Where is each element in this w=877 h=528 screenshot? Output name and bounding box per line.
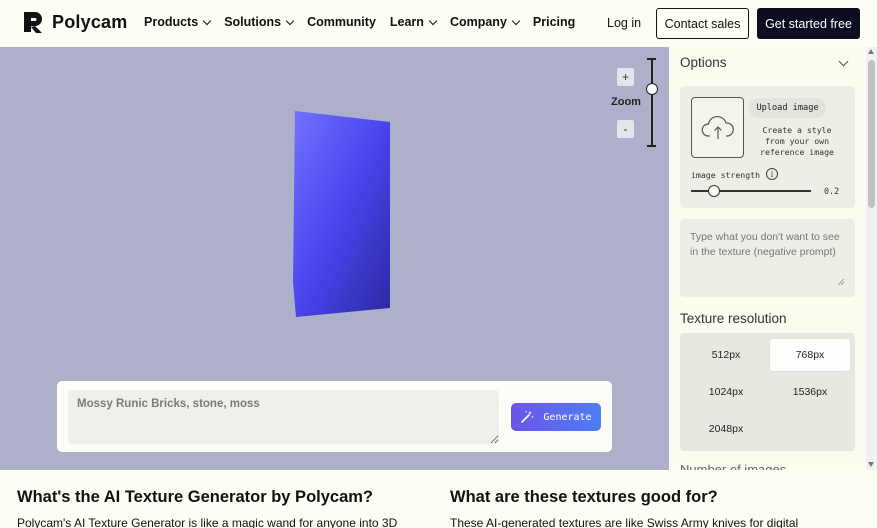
upload-description: Create a style from your own reference i… — [760, 125, 834, 157]
negative-prompt-input[interactable] — [686, 227, 848, 289]
nav-products[interactable]: Products — [144, 15, 212, 29]
about-text: Polycam's AI Texture Generator is like a… — [17, 516, 398, 528]
texture-resolution-title: Texture resolution — [680, 311, 787, 326]
nav-company-label: Company — [449, 15, 507, 29]
upload-dropzone[interactable] — [691, 97, 744, 158]
nav-company[interactable]: Company — [449, 15, 521, 29]
number-of-images-title: Number of images — [680, 463, 786, 470]
resolution-512[interactable]: 512px — [686, 339, 766, 371]
chevron-down-icon — [285, 16, 295, 25]
nav-products-label: Products — [144, 15, 199, 29]
scroll-down-arrow-icon[interactable] — [868, 462, 874, 467]
nav-community-label: Community — [307, 15, 376, 29]
image-strength-label: image strength — [691, 170, 761, 180]
top-nav-bar: Polycam Products Solutions Community Lea… — [0, 0, 877, 47]
nav-solutions-label: Solutions — [224, 15, 282, 29]
uses-heading: What are these textures good for? — [450, 488, 718, 506]
nav-pricing[interactable]: Pricing — [533, 15, 575, 29]
scroll-up-arrow-icon[interactable] — [868, 49, 874, 54]
nav-pricing-label: Pricing — [532, 15, 576, 29]
nav-community[interactable]: Community — [307, 15, 376, 29]
zoom-in-button[interactable]: + — [617, 68, 634, 86]
chevron-down-icon — [511, 16, 521, 25]
generate-button[interactable]: Generate — [511, 403, 601, 431]
resolution-2048[interactable]: 2048px — [686, 413, 766, 445]
zoom-slider-track[interactable] — [651, 58, 653, 146]
resolution-1536[interactable]: 1536px — [770, 376, 850, 408]
zoom-slider-cap-top — [647, 58, 656, 60]
logo-text: Polycam — [52, 11, 128, 32]
uses-text: These AI-generated textures are like Swi… — [450, 516, 799, 528]
resolution-768[interactable]: 768px — [770, 339, 850, 371]
nav-learn[interactable]: Learn — [389, 15, 438, 29]
scrollbar-thumb[interactable] — [868, 60, 875, 208]
zoom-slider-cap-bottom — [647, 145, 656, 147]
magic-wand-icon — [521, 411, 534, 423]
nav-learn-label: Learn — [389, 15, 424, 29]
resolution-1024[interactable]: 1024px — [686, 376, 766, 408]
image-strength-handle[interactable] — [708, 185, 720, 197]
generate-label: Generate — [543, 411, 592, 423]
zoom-label: Zoom — [611, 96, 641, 108]
texture-prompt-input[interactable] — [68, 390, 499, 444]
cloud-upload-icon — [701, 115, 734, 139]
main-nav: Products Solutions Community Learn Compa… — [144, 15, 589, 29]
chevron-down-icon — [428, 16, 438, 25]
resize-grip-icon[interactable] — [837, 278, 845, 286]
contact-sales-button[interactable]: Contact sales — [656, 8, 749, 39]
info-icon[interactable]: i — [766, 168, 778, 180]
texture-preview-cube[interactable] — [292, 110, 392, 318]
zoom-slider-handle[interactable] — [646, 82, 658, 95]
chevron-down-icon — [202, 16, 212, 25]
nav-solutions[interactable]: Solutions — [224, 15, 295, 29]
polycam-logo[interactable]: Polycam — [22, 10, 127, 34]
polycam-logo-icon — [24, 12, 42, 33]
upload-image-button[interactable]: Upload image — [749, 98, 826, 118]
options-title: Options — [680, 55, 727, 70]
image-strength-value: 0.2 — [824, 186, 840, 196]
login-link[interactable]: Log in — [607, 16, 641, 30]
zoom-out-button[interactable]: - — [617, 120, 634, 138]
get-started-button[interactable]: Get started free — [757, 8, 860, 39]
about-heading: What's the AI Texture Generator by Polyc… — [17, 488, 374, 506]
